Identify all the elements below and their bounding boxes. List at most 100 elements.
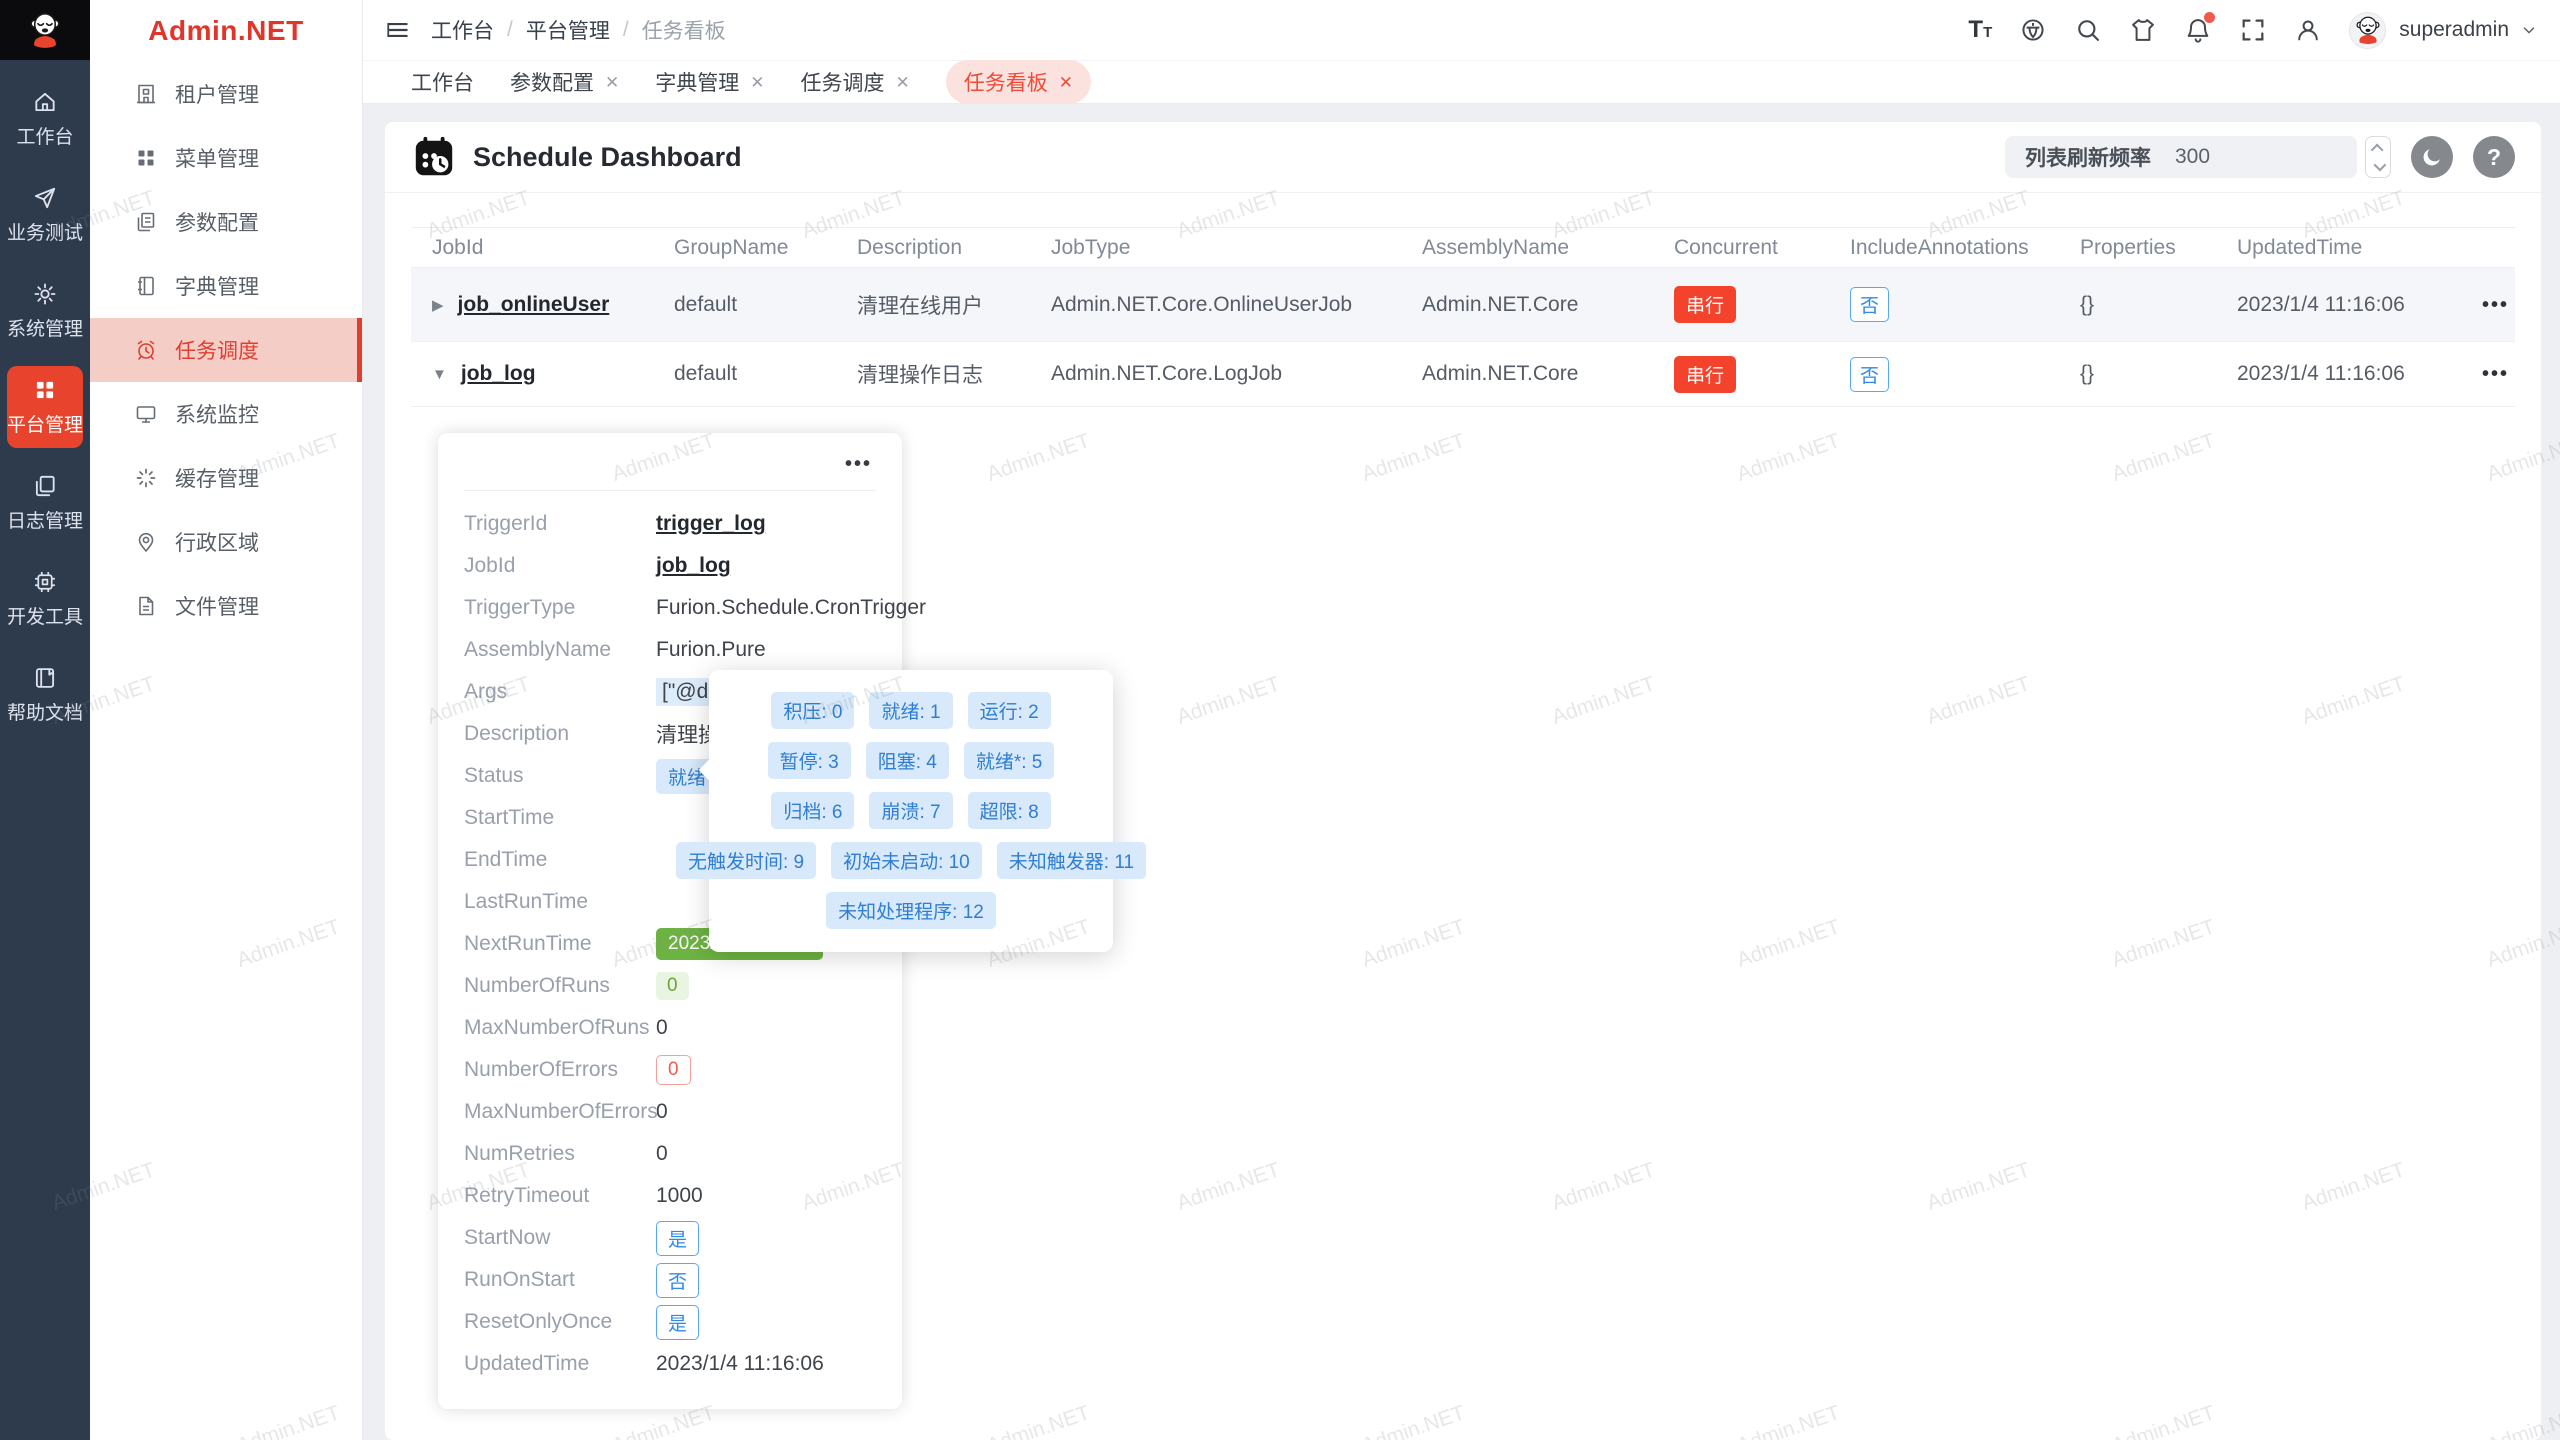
close-icon[interactable]: ✕ [605,74,619,91]
breadcrumb-item[interactable]: 工作台 [431,15,494,45]
expand-caret-icon[interactable]: ▶ [432,296,444,314]
theme-icon[interactable] [2129,16,2157,44]
profile-icon[interactable] [2294,16,2322,44]
sidebar-item-cache[interactable]: 缓存管理 [90,446,362,510]
rail-item-system-admin[interactable]: 系统管理 [0,270,90,352]
app-logo[interactable] [0,0,90,60]
brand-logo-text[interactable]: Admin.NET [90,0,362,62]
tab-dictionary[interactable]: 字典管理 ✕ [655,67,764,97]
detail-label: MaxNumberOfErrors [464,1100,656,1124]
help-button[interactable]: ? [2473,136,2515,178]
number-of-errors-badge: 0 [656,1055,691,1085]
job-id-link[interactable]: job_log [656,554,731,578]
username[interactable]: superadmin [2399,18,2509,42]
detail-label: NumberOfRuns [464,974,656,998]
building-icon [134,82,158,106]
detail-actions-button[interactable]: ••• [464,447,876,490]
language-icon[interactable] [2019,16,2047,44]
cell-job-type: Admin.NET.Core.OnlineUserJob [1051,293,1422,317]
cell-properties: {} [2080,293,2237,317]
tab-config[interactable]: 参数配置 ✕ [510,67,619,97]
notification-icon[interactable] [2184,16,2212,44]
rail-item-help-docs[interactable]: 帮助文档 [0,654,90,736]
gear-icon [32,281,58,307]
rail-item-log-admin[interactable]: 日志管理 [0,462,90,544]
job-id-link[interactable]: job_onlineUser [458,293,610,317]
sidebar-item-tenant[interactable]: 租户管理 [90,62,362,126]
stepper-up-icon[interactable] [2370,143,2383,156]
detail-label: StartTime [464,806,656,830]
font-size-icon[interactable]: TT [1968,18,1992,42]
status-legend-tag: 崩溃: 7 [869,792,952,829]
detail-label: AssemblyName [464,638,656,662]
search-icon[interactable] [2074,16,2102,44]
detail-value: Furion.Pure [656,636,766,664]
user-avatar[interactable] [2349,12,2386,49]
close-icon[interactable]: ✕ [1059,74,1073,91]
tab-schedule-dashboard[interactable]: 任务看板 ✕ [946,60,1091,104]
trigger-id-link[interactable]: trigger_log [656,512,766,536]
status-legend-tag: 就绪: 1 [869,692,952,729]
notebook-icon [134,274,158,298]
sidebar-item-region[interactable]: 行政区域 [90,510,362,574]
detail-label: TriggerId [464,512,656,536]
column-header: Concurrent [1674,236,1850,260]
sidebar-item-config[interactable]: 参数配置 [90,190,362,254]
column-header: Properties [2080,236,2237,260]
sidebar-item-dictionary[interactable]: 字典管理 [90,254,362,318]
sidebar-item-schedule[interactable]: 任务调度 [90,318,362,382]
close-icon[interactable]: ✕ [896,74,910,91]
status-legend-tag: 未知处理程序: 12 [826,892,996,929]
detail-label: LastRunTime [464,890,656,914]
detail-label: RetryTimeout [464,1184,656,1208]
table-row[interactable]: ▶ job_onlineUser default 清理在线用户 Admin.NE… [411,268,2515,342]
job-id-link[interactable]: job_log [461,362,536,386]
table-row[interactable]: ▼ job_log default 清理操作日志 Admin.NET.Core.… [411,342,2515,407]
detail-label: RunOnStart [464,1268,656,1292]
detail-value: 0 [656,1140,668,1168]
detail-label: UpdatedTime [464,1352,656,1376]
collapse-menu-icon[interactable] [385,17,411,43]
refresh-rate-value[interactable]: 300 [2175,145,2210,169]
cell-group-name: default [674,293,857,317]
status-legend-tag: 运行: 2 [968,692,1051,729]
refresh-rate-input[interactable]: 列表刷新频率 300 [2005,136,2357,178]
dark-mode-button[interactable] [2411,136,2453,178]
chevron-down-icon[interactable] [2520,21,2538,39]
rail-item-platform-admin[interactable]: 平台管理 [7,366,83,448]
tab-label: 工作台 [411,67,474,97]
detail-value: Furion.Schedule.CronTrigger [656,594,926,622]
refresh-rate-stepper[interactable] [2365,136,2391,178]
sidebar-item-menu[interactable]: 菜单管理 [90,126,362,190]
start-now-badge: 是 [656,1221,699,1256]
rail-item-dev-tools[interactable]: 开发工具 [0,558,90,640]
detail-label: NumberOfErrors [464,1058,656,1082]
status-legend-tag: 初始未启动: 10 [831,842,982,879]
detail-label: NumRetries [464,1142,656,1166]
row-actions-button[interactable]: ••• [2482,363,2509,385]
status-legend-tag: 积压: 0 [771,692,854,729]
sidebar-item-label: 系统监控 [175,399,259,429]
cell-assembly-name: Admin.NET.Core [1422,362,1674,386]
fullscreen-icon[interactable] [2239,16,2267,44]
sidebar-item-monitor[interactable]: 系统监控 [90,382,362,446]
sidebar-item-label: 菜单管理 [175,143,259,173]
sidebar-item-files[interactable]: 文件管理 [90,574,362,638]
rail-item-label: 开发工具 [7,602,83,629]
sidebar-item-label: 字典管理 [175,271,259,301]
collapse-caret-icon[interactable]: ▼ [432,366,447,383]
primary-rail: 工作台 业务测试 系统管理 平台管理 日志管理 [0,0,90,1440]
card-header-controls: 列表刷新频率 300 ? [2005,136,2515,178]
grid-icon [32,377,58,403]
tab-workbench[interactable]: 工作台 [411,67,474,97]
column-header: IncludeAnnotations [1850,236,2080,260]
tab-schedule[interactable]: 任务调度 ✕ [801,67,910,97]
status-legend-tag: 无触发时间: 9 [676,842,816,879]
rail-item-workbench[interactable]: 工作台 [0,78,90,160]
rail-item-business-test[interactable]: 业务测试 [0,174,90,256]
breadcrumb-item[interactable]: 平台管理 [526,15,610,45]
close-icon[interactable]: ✕ [750,74,764,91]
stepper-down-icon[interactable] [2373,158,2386,171]
rail-item-label: 帮助文档 [7,698,83,725]
row-actions-button[interactable]: ••• [2482,294,2509,316]
